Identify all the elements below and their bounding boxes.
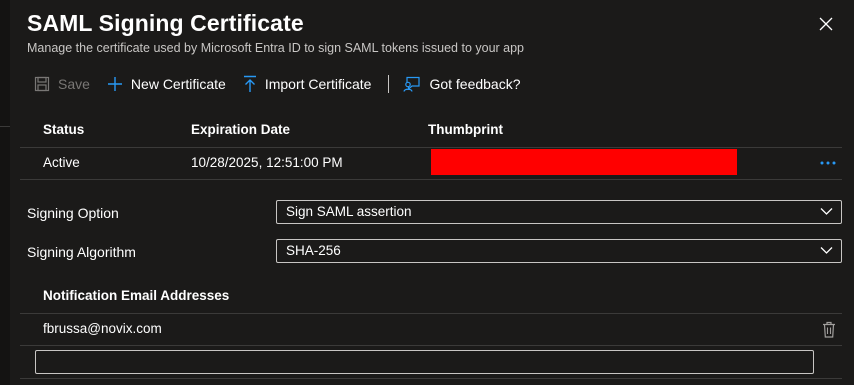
page-subtitle: Manage the certificate used by Microsoft… (27, 41, 525, 55)
save-label: Save (58, 76, 90, 92)
upload-icon (243, 75, 256, 92)
signing-option-dropdown[interactable]: Sign SAML assertion (276, 200, 842, 224)
notification-email-title: Notification Email Addresses (43, 288, 230, 303)
import-certificate-label: Import Certificate (264, 76, 372, 92)
certificate-table-header: Status Expiration Date Thumbprint (20, 114, 842, 148)
save-icon (34, 76, 50, 92)
certificate-expiration: 10/28/2025, 12:51:00 PM (191, 155, 343, 170)
feedback-icon (403, 76, 421, 92)
divider (0, 126, 10, 127)
notification-email-address: fbrussa@novix.com (43, 321, 162, 336)
feedback-button[interactable]: Got feedback? (403, 72, 521, 96)
new-certificate-label: New Certificate (130, 76, 226, 92)
saml-certificate-panel: SAML Signing Certificate Manage the cert… (10, 0, 854, 385)
save-button[interactable]: Save (34, 72, 90, 96)
list-item: fbrussa@novix.com (20, 314, 842, 346)
new-email-input[interactable] (35, 350, 814, 374)
close-icon[interactable] (818, 16, 834, 32)
column-header-thumbprint: Thumbprint (428, 122, 503, 137)
thumbprint-redacted (431, 149, 737, 175)
new-certificate-button[interactable]: New Certificate (107, 72, 226, 96)
page-title: SAML Signing Certificate (27, 10, 304, 36)
notification-email-header: Notification Email Addresses (20, 276, 842, 314)
trash-icon[interactable] (822, 321, 836, 338)
toolbar-separator (388, 75, 390, 93)
column-header-expiration: Expiration Date (191, 122, 291, 137)
certificate-status: Active (43, 155, 80, 170)
feedback-label: Got feedback? (429, 76, 521, 92)
signing-algorithm-label: Signing Algorithm (27, 244, 136, 260)
signing-option-label: Signing Option (27, 205, 119, 221)
import-certificate-button[interactable]: Import Certificate (243, 72, 372, 96)
background-blade-edge (0, 0, 10, 385)
chevron-down-icon (820, 247, 833, 254)
column-header-status: Status (43, 122, 85, 137)
plus-icon (107, 77, 122, 91)
signing-option-value: Sign SAML assertion (286, 204, 412, 219)
table-row[interactable]: Active 10/28/2025, 12:51:00 PM (20, 148, 842, 180)
signing-algorithm-dropdown[interactable]: SHA-256 (276, 239, 842, 263)
signing-algorithm-value: SHA-256 (286, 243, 341, 258)
chevron-down-icon (820, 208, 833, 215)
divider (20, 378, 842, 379)
toolbar: Save New Certificate Import Certificate … (34, 72, 538, 96)
more-icon[interactable] (818, 153, 838, 173)
